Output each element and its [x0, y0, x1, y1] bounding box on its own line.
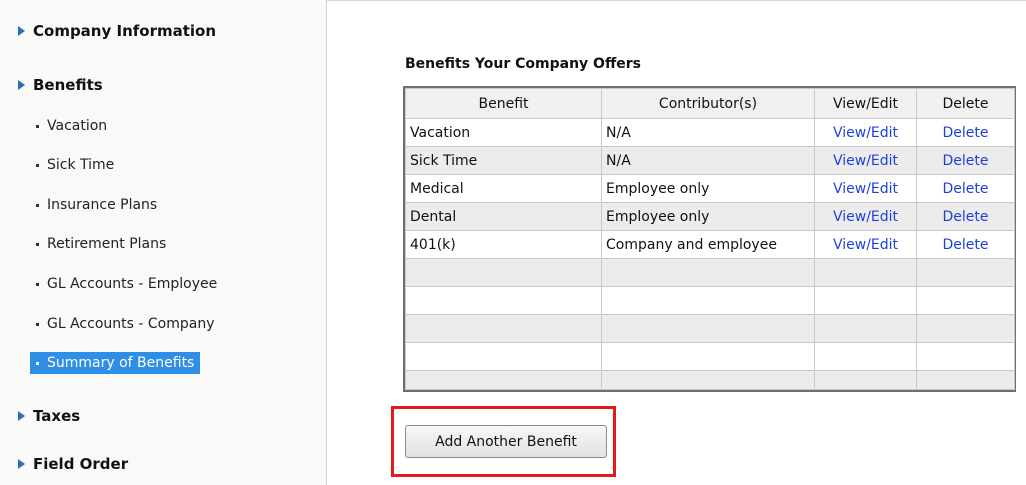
contributor-cell: Employee only [601, 174, 815, 203]
empty-cell [405, 258, 602, 287]
sidebar-item-vacation[interactable]: Vacation [32, 115, 111, 137]
delete-link[interactable]: Delete [916, 202, 1015, 231]
table-row-empty [405, 258, 1015, 287]
sidebar-item-label: Retirement Plans [47, 236, 167, 252]
chevron-right-icon [18, 80, 25, 90]
table-row[interactable]: Sick Time N/A View/Edit Delete [405, 146, 1015, 175]
sidebar-item-label: GL Accounts - Employee [47, 276, 218, 292]
contributor-cell: Employee only [601, 202, 815, 231]
empty-cell [405, 314, 602, 343]
sidebar-item-label: Vacation [47, 118, 108, 134]
benefits-table: Benefit Contributor(s) View/Edit Delete … [403, 86, 1016, 392]
chevron-right-icon [18, 459, 25, 469]
sidebar-section-label: Taxes [33, 407, 81, 425]
bullet-icon [36, 163, 39, 167]
table-header-row: Benefit Contributor(s) View/Edit Delete [405, 88, 1015, 119]
table-row[interactable]: Medical Employee only View/Edit Delete [405, 174, 1015, 203]
empty-cell [916, 286, 1015, 315]
empty-cell [916, 258, 1015, 287]
column-header-contributors[interactable]: Contributor(s) [601, 88, 815, 119]
benefit-cell: Vacation [405, 118, 602, 147]
sidebar-item-label: Insurance Plans [47, 197, 158, 213]
benefit-cell: 401(k) [405, 230, 602, 259]
table-row-empty [405, 370, 1015, 390]
sidebar: Company Information Benefits Vacation Si… [0, 0, 327, 485]
view-edit-link[interactable]: View/Edit [814, 146, 917, 175]
sidebar-section-label: Company Information [33, 22, 217, 40]
table-row-empty [405, 286, 1015, 315]
empty-cell [601, 258, 815, 287]
delete-link[interactable]: Delete [916, 174, 1015, 203]
sidebar-item-retirement-plans[interactable]: Retirement Plans [32, 233, 170, 255]
sidebar-item-label: GL Accounts - Company [47, 316, 215, 332]
empty-cell [814, 258, 917, 287]
add-another-benefit-button[interactable]: Add Another Benefit [405, 425, 607, 458]
table-row[interactable]: 401(k) Company and employee View/Edit De… [405, 230, 1015, 259]
bullet-icon [36, 242, 39, 246]
empty-cell [814, 370, 917, 390]
sidebar-item-summary-of-benefits[interactable]: Summary of Benefits [30, 352, 201, 374]
contributor-cell: Company and employee [601, 230, 815, 259]
empty-cell [601, 370, 815, 390]
bullet-icon [36, 361, 39, 365]
empty-cell [601, 342, 815, 371]
empty-cell [916, 314, 1015, 343]
empty-cell [601, 314, 815, 343]
sidebar-section-benefits[interactable]: Benefits [18, 76, 103, 94]
table-row-empty [405, 342, 1015, 371]
sidebar-section-field-order[interactable]: Field Order [18, 455, 128, 473]
benefit-cell: Sick Time [405, 146, 602, 175]
bullet-icon [36, 124, 39, 128]
column-header-benefit[interactable]: Benefit [405, 88, 602, 119]
bullet-icon [36, 322, 39, 326]
empty-cell [814, 342, 917, 371]
chevron-right-icon [18, 26, 25, 36]
delete-link[interactable]: Delete [916, 118, 1015, 147]
chevron-right-icon [18, 411, 25, 421]
page-title: Benefits Your Company Offers [405, 56, 642, 72]
table-row[interactable]: Vacation N/A View/Edit Delete [405, 118, 1015, 147]
view-edit-link[interactable]: View/Edit [814, 118, 917, 147]
empty-cell [814, 286, 917, 315]
empty-cell [405, 286, 602, 315]
view-edit-link[interactable]: View/Edit [814, 174, 917, 203]
bullet-icon [36, 282, 39, 286]
benefit-cell: Dental [405, 202, 602, 231]
contributor-cell: N/A [601, 118, 815, 147]
sidebar-item-label: Summary of Benefits [47, 355, 195, 371]
empty-cell [601, 286, 815, 315]
empty-cell [916, 342, 1015, 371]
view-edit-link[interactable]: View/Edit [814, 230, 917, 259]
sidebar-item-insurance-plans[interactable]: Insurance Plans [32, 194, 161, 216]
sidebar-item-label: Sick Time [47, 157, 115, 173]
bullet-icon [36, 203, 39, 207]
sidebar-section-company-information[interactable]: Company Information [18, 22, 216, 40]
empty-cell [405, 342, 602, 371]
empty-cell [916, 370, 1015, 390]
table-row-empty [405, 314, 1015, 343]
sidebar-section-label: Field Order [33, 455, 129, 473]
column-header-delete[interactable]: Delete [916, 88, 1015, 119]
empty-cell [405, 370, 602, 390]
benefit-cell: Medical [405, 174, 602, 203]
table-row[interactable]: Dental Employee only View/Edit Delete [405, 202, 1015, 231]
column-header-view-edit[interactable]: View/Edit [814, 88, 917, 119]
empty-cell [814, 314, 917, 343]
sidebar-item-gl-accounts-employee[interactable]: GL Accounts - Employee [32, 273, 221, 295]
contributor-cell: N/A [601, 146, 815, 175]
delete-link[interactable]: Delete [916, 146, 1015, 175]
sidebar-section-taxes[interactable]: Taxes [18, 407, 80, 425]
delete-link[interactable]: Delete [916, 230, 1015, 259]
sidebar-section-label: Benefits [33, 76, 103, 94]
sidebar-item-sick-time[interactable]: Sick Time [32, 154, 118, 176]
sidebar-item-gl-accounts-company[interactable]: GL Accounts - Company [32, 313, 218, 335]
view-edit-link[interactable]: View/Edit [814, 202, 917, 231]
